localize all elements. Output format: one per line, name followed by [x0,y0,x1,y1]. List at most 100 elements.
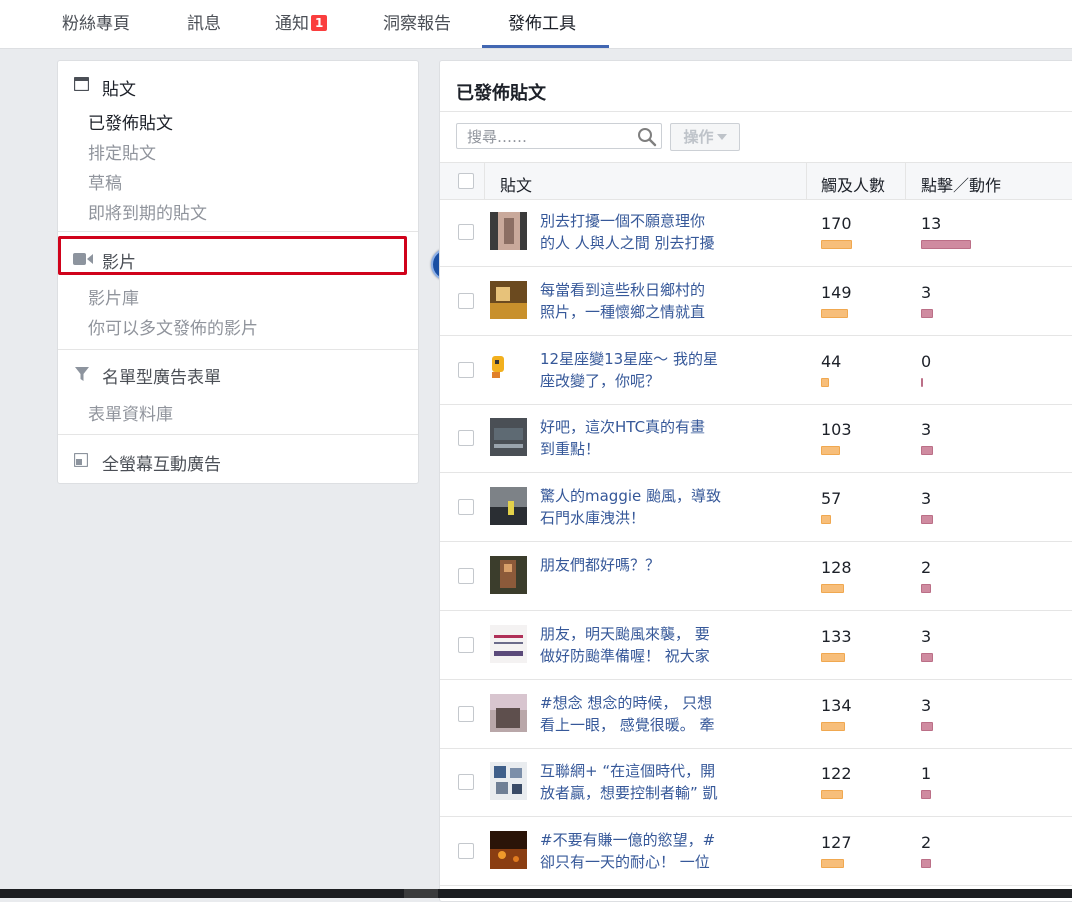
row-checkbox[interactable] [458,843,474,860]
reach-value: 103 [821,420,852,440]
tab-notifications[interactable]: 通知 1 [275,0,328,48]
reach-value: 134 [821,695,852,715]
column-header-clicks[interactable]: 點擊／動作 [921,172,1001,196]
column-header-reach[interactable]: 觸及人數 [821,172,885,196]
row-checkbox[interactable] [458,430,474,447]
post-text-link[interactable]: 朋友，明天颱風來襲， 要做好防颱準備喔！ 祝大家 [540,623,740,667]
clicks-bar [921,240,971,249]
tab-messages[interactable]: 訊息 [187,0,221,48]
bottom-bar-segment [404,889,438,898]
title-divider [440,111,1072,112]
select-all-checkbox[interactable] [458,173,474,189]
post-text-link[interactable]: #不要有賺一億的慾望，# 卻只有一天的耐心！ 一位 [540,829,740,873]
post-thumbnail[interactable] [490,624,527,663]
post-thumbnail[interactable] [490,693,527,732]
reach-bar [821,308,848,318]
row-checkbox[interactable] [458,499,474,516]
sidebar-item-video-library[interactable]: 影片庫 [88,284,139,309]
clicks-value: 2 [921,833,932,853]
search-input[interactable] [465,127,639,147]
post-text-link[interactable]: #想念 想念的時候， 只想 看上一眼， 感覺很暖。 牽 [540,692,740,736]
reach-bar [821,652,845,662]
post-thumbnail[interactable] [490,487,527,526]
clicks-value: 3 [921,626,932,646]
clicks-value: 13 [921,214,942,233]
sidebar-item-forms-library[interactable]: 表單資料庫 [88,400,173,425]
table-row: #不要有賺一億的慾望，# 卻只有一天的耐心！ 一位 127 2 [440,817,1072,887]
reach-bar [821,721,845,731]
post-text-line: 放者贏，想要控制者輸” 凱 [540,784,718,803]
search-icon[interactable] [637,127,657,147]
table-row: 互聯網+ “在這個時代，開 放者贏，想要控制者輸” 凱 122 1 [440,748,1072,818]
clicks-value: 0 [921,351,932,371]
bottom-bar [0,889,1072,898]
post-text-line: 的人 人與人之間 別去打擾 [540,234,715,252]
published-posts-panel: 已發佈貼文 操作 貼文 觸及人數 點擊／動作 別去打擾一個不願意理你的人 人與人… [439,60,1072,902]
post-text-link[interactable]: 每當看到這些秋日鄉村的 照片，一種懷鄉之情就直 [540,279,740,323]
post-thumbnail[interactable] [490,831,527,870]
sidebar-item-published-posts[interactable]: 已發佈貼文 [88,109,173,134]
post-text-link[interactable]: 別去打擾一個不願意理你 的人 人與人之間 別去打擾 [540,210,740,254]
reach-bar [821,240,852,249]
row-checkbox[interactable] [458,774,474,791]
row-checkbox[interactable] [458,705,474,722]
post-text-line: 座改變了，你呢？ [540,371,661,390]
actions-dropdown-button[interactable]: 操作 [670,123,740,151]
post-text-link[interactable]: 朋友們都好嗎？？ [540,554,740,576]
row-checkbox[interactable] [458,636,474,653]
reach-bar [821,515,831,525]
post-text-line: 石門水庫洩洪！ [540,509,646,528]
reach-value: 133 [821,626,852,646]
table-header: 貼文 觸及人數 點擊／動作 [440,162,1072,200]
post-text-link[interactable]: 互聯網+ “在這個時代，開 放者贏，想要控制者輸” 凱 [540,760,740,804]
reach-value: 128 [821,558,852,577]
clicks-value: 3 [921,489,932,509]
canvas-icon [74,453,88,467]
clicks-value: 3 [921,282,932,302]
post-thumbnail[interactable] [490,762,527,801]
search-box [456,123,662,149]
tab-insights[interactable]: 洞察報告 [383,0,451,48]
clicks-bar [921,721,933,731]
reach-value: 149 [821,282,852,302]
post-thumbnail[interactable] [490,349,527,388]
tab-publishing-tools[interactable]: 發佈工具 [508,0,576,48]
post-thumbnail[interactable] [490,280,527,319]
post-text-line: #不要有賺一億的慾望，# [540,831,716,850]
posts-icon [74,77,89,91]
post-text-line: 朋友們都好嗎？？ [540,556,661,574]
post-text-link[interactable]: 驚人的maggie 颱風，導致 石門水庫洩洪！ [540,485,740,529]
post-text-link[interactable]: 12星座變13星座～ 我的星 座改變了，你呢？ [540,348,740,392]
post-thumbnail[interactable] [490,556,527,594]
sidebar-item-drafts[interactable]: 草稿 [88,169,122,194]
funnel-icon [75,367,89,381]
sidebar-item-expiring-posts[interactable]: 即將到期的貼文 [88,199,207,224]
table-row: 好吧，這次HTC真的有畫 到重點！ 103 3 [440,404,1072,474]
sidebar-item-scheduled-posts[interactable]: 排定貼文 [88,139,156,164]
row-checkbox[interactable] [458,568,474,584]
reach-bar [821,446,840,456]
sidebar: 貼文 已發佈貼文 排定貼文 草稿 即將到期的貼文 影片 影片庫 你可以多文發佈的… [57,60,419,484]
column-header-post[interactable]: 貼文 [500,172,532,196]
tab-notifications-label: 通知 [275,14,309,34]
post-thumbnail[interactable] [490,212,527,250]
table-row: 朋友們都好嗎？？ 128 2 [440,542,1072,611]
post-text-link[interactable]: 好吧，這次HTC真的有畫 到重點！ [540,416,740,460]
post-text-line: 驚人的maggie 颱風，導致 [540,487,722,506]
column-divider [905,163,906,199]
table-row: #想念 想念的時候， 只想 看上一眼， 感覺很暖。 牽 134 3 [440,680,1072,749]
post-text-line: 好吧，這次HTC真的有畫 [540,418,706,437]
post-thumbnail[interactable] [490,418,527,457]
sidebar-heading-canvas[interactable]: 全螢幕互動廣告 [102,450,221,475]
tab-page[interactable]: 粉絲專頁 [62,0,130,48]
post-text-line: 別去打擾一個不願意理你 [540,212,706,230]
clicks-bar [921,584,931,593]
row-checkbox[interactable] [458,224,474,240]
sidebar-divider [58,231,418,232]
row-checkbox[interactable] [458,361,474,378]
sidebar-item-crosspostable-videos[interactable]: 你可以多文發佈的影片 [88,314,258,339]
sidebar-divider [58,434,418,435]
caret-down-icon [716,134,727,140]
row-checkbox[interactable] [458,292,474,309]
sidebar-heading-lead-ads[interactable]: 名單型廣告表單 [102,363,221,388]
